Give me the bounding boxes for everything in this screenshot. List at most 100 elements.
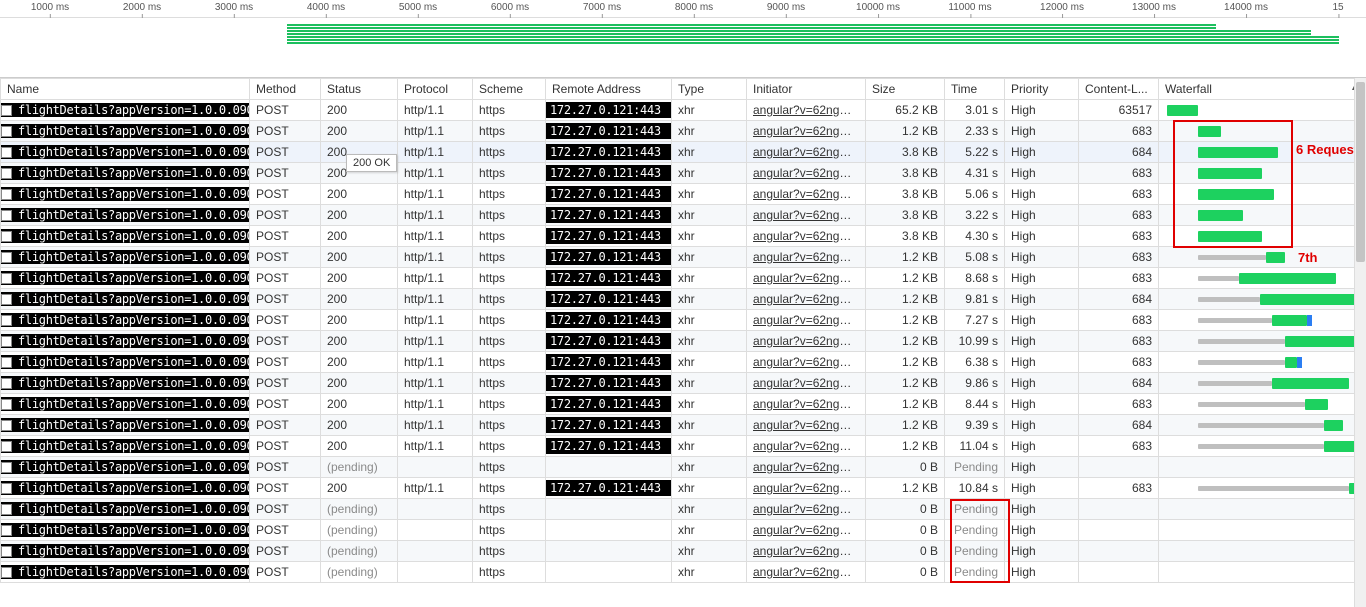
- name-cell[interactable]: flightDetails?appVersion=1.0.0.0904: [1, 103, 249, 117]
- waterfall-cell[interactable]: [1159, 100, 1366, 121]
- table-row[interactable]: flightDetails?appVersion=1.0.0.0904POST2…: [1, 478, 1366, 499]
- header-name[interactable]: Name: [1, 79, 250, 100]
- initiator-cell[interactable]: angular?v=62ngEIYf...: [747, 499, 866, 520]
- header-remote[interactable]: Remote Address: [546, 79, 672, 100]
- table-row[interactable]: flightDetails?appVersion=1.0.0.0904POST2…: [1, 436, 1366, 457]
- initiator-cell[interactable]: angular?v=62ngEIYf...: [747, 457, 866, 478]
- table-row[interactable]: flightDetails?appVersion=1.0.0.0904POST2…: [1, 184, 1366, 205]
- waterfall-cell[interactable]: [1159, 184, 1366, 205]
- name-cell[interactable]: flightDetails?appVersion=1.0.0.0904: [1, 166, 249, 180]
- name-cell[interactable]: flightDetails?appVersion=1.0.0.0904: [1, 271, 249, 285]
- table-row[interactable]: flightDetails?appVersion=1.0.0.0904POST2…: [1, 226, 1366, 247]
- header-size[interactable]: Size: [866, 79, 945, 100]
- initiator-cell[interactable]: angular?v=62ngEIYf...: [747, 205, 866, 226]
- header-waterfall[interactable]: Waterfall: [1159, 79, 1366, 100]
- row-checkbox[interactable]: [1, 252, 12, 263]
- waterfall-cell[interactable]: [1159, 121, 1366, 142]
- table-row[interactable]: flightDetails?appVersion=1.0.0.0904POST2…: [1, 352, 1366, 373]
- header-method[interactable]: Method: [250, 79, 321, 100]
- initiator-cell[interactable]: angular?v=62ngEIYf...: [747, 436, 866, 457]
- table-row[interactable]: flightDetails?appVersion=1.0.0.0904POST2…: [1, 289, 1366, 310]
- table-row[interactable]: flightDetails?appVersion=1.0.0.0904POST2…: [1, 100, 1366, 121]
- row-checkbox[interactable]: [1, 399, 12, 410]
- row-checkbox[interactable]: [1, 273, 12, 284]
- row-checkbox[interactable]: [1, 525, 12, 536]
- row-checkbox[interactable]: [1, 231, 12, 242]
- name-cell[interactable]: flightDetails?appVersion=1.0.0.0904: [1, 565, 249, 579]
- header-priority[interactable]: Priority: [1005, 79, 1079, 100]
- waterfall-cell[interactable]: [1159, 499, 1366, 520]
- row-checkbox[interactable]: [1, 315, 12, 326]
- name-cell[interactable]: flightDetails?appVersion=1.0.0.0904: [1, 376, 249, 390]
- name-cell[interactable]: flightDetails?appVersion=1.0.0.0904: [1, 229, 249, 243]
- initiator-cell[interactable]: angular?v=62ngEIYf...: [747, 331, 866, 352]
- name-cell[interactable]: flightDetails?appVersion=1.0.0.0904: [1, 418, 249, 432]
- row-checkbox[interactable]: [1, 210, 12, 221]
- waterfall-cell[interactable]: [1159, 310, 1366, 331]
- waterfall-cell[interactable]: [1159, 205, 1366, 226]
- name-cell[interactable]: flightDetails?appVersion=1.0.0.0904: [1, 355, 249, 369]
- waterfall-cell[interactable]: [1159, 163, 1366, 184]
- waterfall-cell[interactable]: [1159, 289, 1366, 310]
- name-cell[interactable]: flightDetails?appVersion=1.0.0.0904: [1, 124, 249, 138]
- name-cell[interactable]: flightDetails?appVersion=1.0.0.0904: [1, 250, 249, 264]
- row-checkbox[interactable]: [1, 441, 12, 452]
- row-checkbox[interactable]: [1, 462, 12, 473]
- initiator-cell[interactable]: angular?v=62ngEIYf...: [747, 415, 866, 436]
- initiator-cell[interactable]: angular?v=62ngEIYf...: [747, 247, 866, 268]
- name-cell[interactable]: flightDetails?appVersion=1.0.0.0904: [1, 523, 249, 537]
- row-checkbox[interactable]: [1, 294, 12, 305]
- waterfall-cell[interactable]: [1159, 457, 1366, 478]
- table-row[interactable]: flightDetails?appVersion=1.0.0.0904POST2…: [1, 121, 1366, 142]
- table-row[interactable]: flightDetails?appVersion=1.0.0.0904POST(…: [1, 520, 1366, 541]
- header-status[interactable]: Status: [321, 79, 398, 100]
- name-cell[interactable]: flightDetails?appVersion=1.0.0.0904: [1, 187, 249, 201]
- name-cell[interactable]: flightDetails?appVersion=1.0.0.0904: [1, 439, 249, 453]
- row-checkbox[interactable]: [1, 483, 12, 494]
- initiator-cell[interactable]: angular?v=62ngEIYf...: [747, 394, 866, 415]
- waterfall-cell[interactable]: [1159, 352, 1366, 373]
- initiator-cell[interactable]: angular?v=62ngEIYf...: [747, 562, 866, 583]
- row-checkbox[interactable]: [1, 105, 12, 116]
- waterfall-cell[interactable]: [1159, 436, 1366, 457]
- table-row[interactable]: flightDetails?appVersion=1.0.0.0904POST2…: [1, 373, 1366, 394]
- table-row[interactable]: flightDetails?appVersion=1.0.0.0904POST(…: [1, 541, 1366, 562]
- header-type[interactable]: Type: [672, 79, 747, 100]
- waterfall-cell[interactable]: [1159, 331, 1366, 352]
- initiator-cell[interactable]: angular?v=62ngEIYf...: [747, 310, 866, 331]
- row-checkbox[interactable]: [1, 546, 12, 557]
- name-cell[interactable]: flightDetails?appVersion=1.0.0.0904: [1, 397, 249, 411]
- initiator-cell[interactable]: angular?v=62ngEIYf...: [747, 226, 866, 247]
- table-row[interactable]: flightDetails?appVersion=1.0.0.0904POST(…: [1, 562, 1366, 583]
- initiator-cell[interactable]: angular?v=62ngEIYf...: [747, 520, 866, 541]
- initiator-cell[interactable]: angular?v=62ngEIYf...: [747, 289, 866, 310]
- initiator-cell[interactable]: angular?v=62ngEIYf...: [747, 268, 866, 289]
- row-checkbox[interactable]: [1, 147, 12, 158]
- header-time[interactable]: Time: [945, 79, 1005, 100]
- waterfall-cell[interactable]: [1159, 541, 1366, 562]
- name-cell[interactable]: flightDetails?appVersion=1.0.0.0904: [1, 208, 249, 222]
- waterfall-cell[interactable]: [1159, 562, 1366, 583]
- table-row[interactable]: flightDetails?appVersion=1.0.0.0904POST(…: [1, 499, 1366, 520]
- name-cell[interactable]: flightDetails?appVersion=1.0.0.0904: [1, 481, 249, 495]
- table-row[interactable]: flightDetails?appVersion=1.0.0.0904POST2…: [1, 247, 1366, 268]
- initiator-cell[interactable]: angular?v=62ngEIYf...: [747, 142, 866, 163]
- waterfall-cell[interactable]: [1159, 415, 1366, 436]
- name-cell[interactable]: flightDetails?appVersion=1.0.0.0904: [1, 460, 249, 474]
- waterfall-cell[interactable]: [1159, 394, 1366, 415]
- initiator-cell[interactable]: angular?v=62ngEIYf...: [747, 184, 866, 205]
- header-scheme[interactable]: Scheme: [473, 79, 546, 100]
- name-cell[interactable]: flightDetails?appVersion=1.0.0.0904: [1, 334, 249, 348]
- name-cell[interactable]: flightDetails?appVersion=1.0.0.0904: [1, 292, 249, 306]
- table-row[interactable]: flightDetails?appVersion=1.0.0.0904POST2…: [1, 310, 1366, 331]
- row-checkbox[interactable]: [1, 357, 12, 368]
- initiator-cell[interactable]: angular?v=62ngEIYf...: [747, 352, 866, 373]
- initiator-cell[interactable]: angular?v=62ngEIYf...: [747, 541, 866, 562]
- table-row[interactable]: flightDetails?appVersion=1.0.0.0904POST2…: [1, 415, 1366, 436]
- name-cell[interactable]: flightDetails?appVersion=1.0.0.0904: [1, 502, 249, 516]
- row-checkbox[interactable]: [1, 567, 12, 578]
- table-row[interactable]: flightDetails?appVersion=1.0.0.0904POST2…: [1, 268, 1366, 289]
- name-cell[interactable]: flightDetails?appVersion=1.0.0.0904: [1, 145, 249, 159]
- row-checkbox[interactable]: [1, 189, 12, 200]
- table-row[interactable]: flightDetails?appVersion=1.0.0.0904POST2…: [1, 331, 1366, 352]
